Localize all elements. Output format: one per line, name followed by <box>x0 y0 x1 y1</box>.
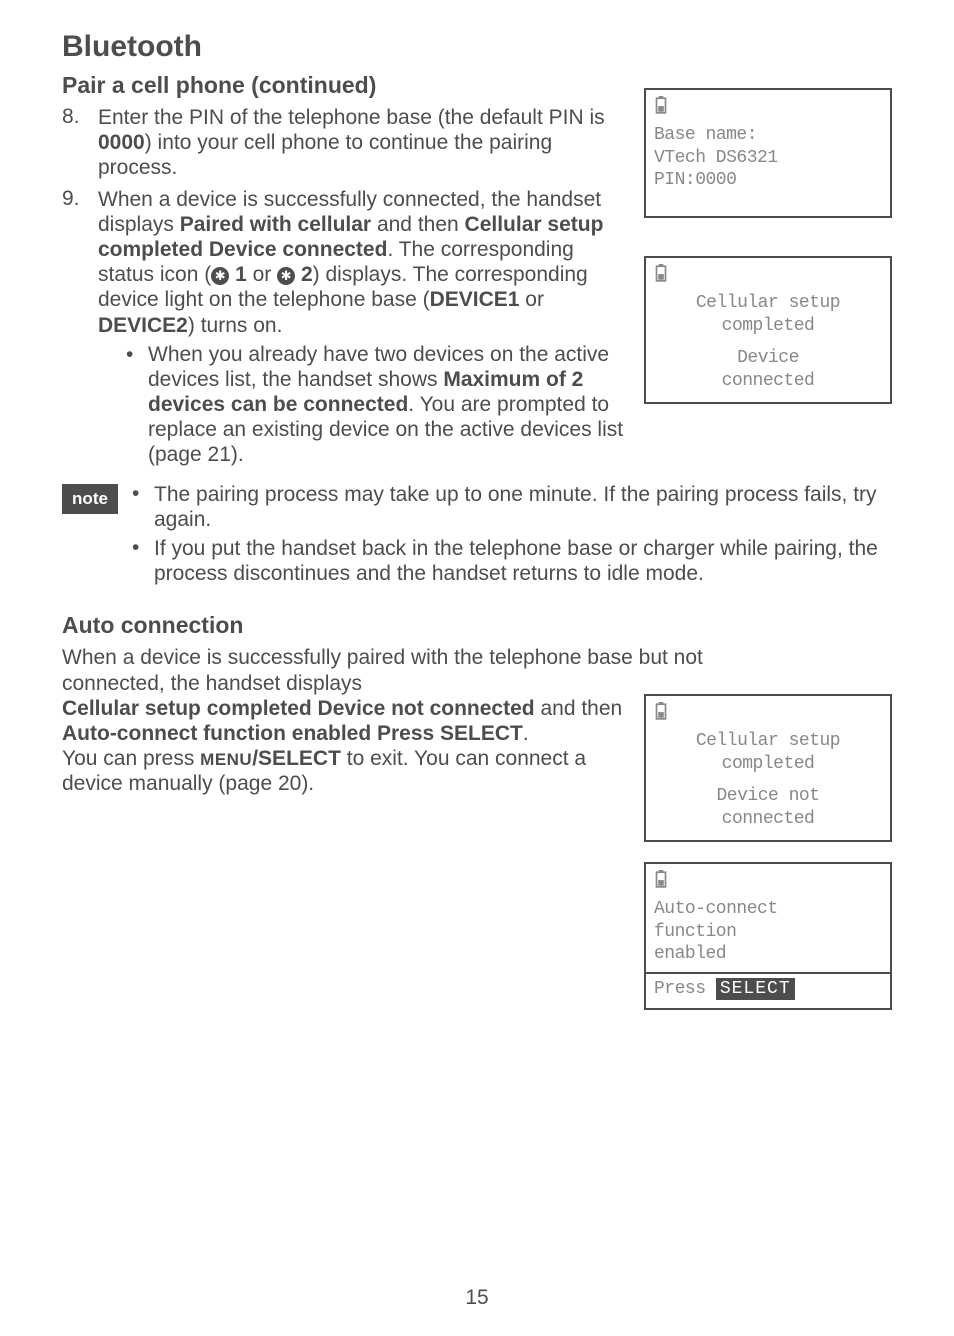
bold-text: Paired with cellular <box>180 213 371 236</box>
select-key: /SELECT <box>252 747 341 770</box>
step-8: 8. Enter the PIN of the telephone base (… <box>62 105 627 181</box>
text: and then <box>371 213 464 236</box>
lcd-line: Cellular setup <box>654 730 882 753</box>
text: ) turns on. <box>188 314 283 337</box>
section-heading-auto: Auto connection <box>62 612 892 639</box>
lcd-line: connected <box>654 808 882 831</box>
text: You can press <box>62 747 200 770</box>
step-number: 8. <box>62 105 98 181</box>
text: . <box>523 722 529 745</box>
lcd-screen-pin: Base name: VTech DS6321 PIN:0000 <box>644 88 892 218</box>
note-label: note <box>62 484 118 514</box>
lcd-line: VTech DS6321 <box>654 147 882 170</box>
bold-text: Auto-connect function enabled Press SELE… <box>62 722 523 745</box>
bluetooth-icon: ✱ <box>277 267 295 285</box>
text: and then <box>535 697 623 720</box>
text: or <box>247 263 277 286</box>
note-item: • If you put the handset back in the tel… <box>132 536 892 586</box>
battery-icon <box>654 702 882 726</box>
lcd-footer: Press SELECT <box>646 972 890 1008</box>
battery-icon <box>654 264 882 288</box>
lcd-line: enabled <box>654 943 882 966</box>
bold-text: DEVICE1 <box>430 288 520 311</box>
step-text: Enter the PIN of the telephone base (the… <box>98 105 627 181</box>
battery-icon <box>654 870 882 894</box>
note-list: • The pairing process may take up to one… <box>132 482 892 591</box>
lcd-line: Cellular setup <box>654 292 882 315</box>
lcd-line: Device not <box>654 785 882 808</box>
step-9: 9. When a device is successfully connect… <box>62 187 627 468</box>
page-number: 15 <box>62 1286 892 1310</box>
lcd-line: function <box>654 921 882 944</box>
text: When a device is successfully paired wit… <box>62 646 703 694</box>
page-title: Bluetooth <box>62 30 892 64</box>
device-num: 2 <box>301 263 313 286</box>
text: Enter the PIN of the telephone base (the… <box>98 106 605 129</box>
text: or <box>519 288 544 311</box>
lcd-line: completed <box>654 315 882 338</box>
lcd-screen-autoconnect: Auto-connect function enabled Press SELE… <box>644 862 892 1010</box>
note-block: note • The pairing process may take up t… <box>62 482 892 591</box>
bullet-text: When you already have two devices on the… <box>148 342 627 468</box>
step-text: When a device is successfully connected,… <box>98 187 627 468</box>
lcd-line: connected <box>654 370 882 393</box>
pin-value: 0000 <box>98 131 145 154</box>
press-label: Press <box>654 979 706 999</box>
lcd-line: Base name: <box>654 124 882 147</box>
bullet-dot: • <box>132 482 154 532</box>
note-item: • The pairing process may take up to one… <box>132 482 892 532</box>
select-button-inverted: SELECT <box>716 978 795 1000</box>
lcd-line: Auto-connect <box>654 898 882 921</box>
device-num: 1 <box>235 263 247 286</box>
bullet-dot: • <box>132 536 154 586</box>
lcd-screen-not-connected: Cellular setup completed Device not conn… <box>644 694 892 842</box>
note-text: If you put the handset back in the telep… <box>154 536 892 586</box>
text: ) into your cell phone to continue the p… <box>98 131 552 179</box>
step-number: 9. <box>62 187 98 468</box>
lcd-line: PIN:0000 <box>654 169 882 192</box>
bold-text: DEVICE2 <box>98 314 188 337</box>
bluetooth-icon: ✱ <box>211 267 229 285</box>
menu-key: MENU <box>200 750 252 769</box>
battery-icon <box>654 96 882 120</box>
lcd-line: completed <box>654 753 882 776</box>
bold-text: Cellular setup completed Device not conn… <box>62 697 535 720</box>
lcd-screen-connected: Cellular setup completed Device connecte… <box>644 256 892 404</box>
bullet-dot: • <box>126 342 148 468</box>
sub-bullet: • When you already have two devices on t… <box>98 342 627 468</box>
note-text: The pairing process may take up to one m… <box>154 482 892 532</box>
lcd-line: Device <box>654 347 882 370</box>
